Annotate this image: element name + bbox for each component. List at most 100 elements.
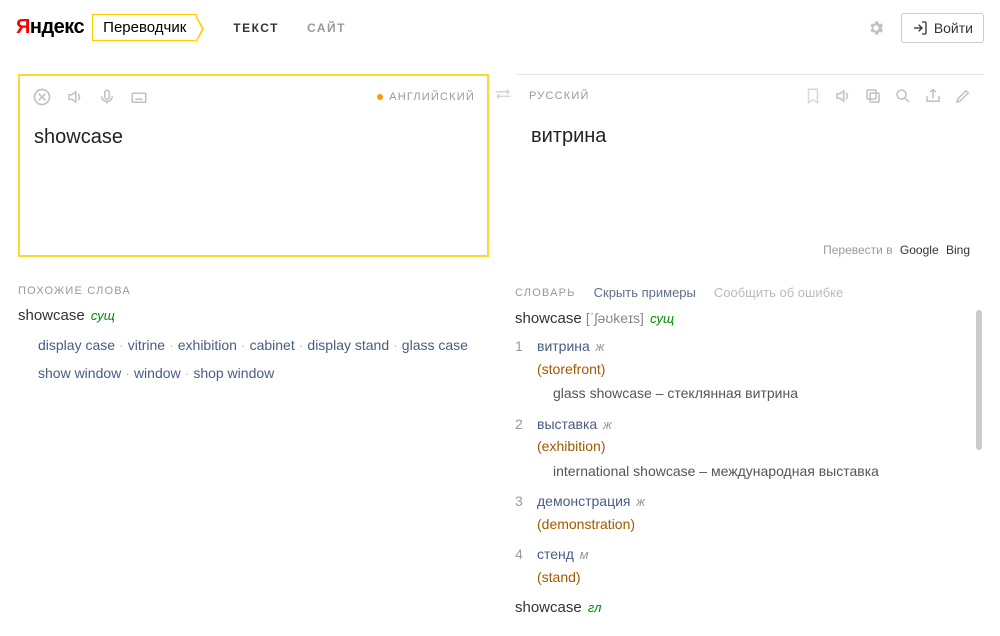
provider-google-link[interactable]: Google xyxy=(900,243,939,257)
sense-item: 4стенд м (stand) xyxy=(515,543,966,588)
sense-body: демонстрация ж (demonstration) xyxy=(537,490,966,535)
search-icon[interactable] xyxy=(894,87,912,105)
separator: · xyxy=(119,337,124,353)
header: Яндекс Переводчик ТЕКСТ САЙТ Войти xyxy=(0,0,1000,56)
sense-number: 2 xyxy=(515,413,537,483)
synonym-link[interactable]: glass case xyxy=(402,337,468,353)
dict-word: showcase xyxy=(515,310,582,327)
brand-rest: ндекс xyxy=(30,16,84,38)
gloss: (exhibition) xyxy=(537,435,966,457)
provider-bing-link[interactable]: Bing xyxy=(946,243,970,257)
gloss: (stand) xyxy=(537,566,966,588)
scrollbar[interactable] xyxy=(976,310,982,450)
dict-pos-verb: гл xyxy=(588,600,602,615)
similar-pos: сущ xyxy=(91,308,115,323)
similar-headword: showcase сущ xyxy=(18,307,487,324)
synonym-link[interactable]: show window xyxy=(38,365,121,381)
login-label: Войти xyxy=(934,20,973,36)
similar-heading: ПОХОЖИЕ СЛОВА xyxy=(18,285,487,297)
sense-number: 4 xyxy=(515,543,537,588)
dict-body: showcase [ˈʃəʊkeɪs] сущ 1витрина ж (store… xyxy=(515,310,984,616)
logo-group[interactable]: Яндекс Переводчик xyxy=(16,14,197,41)
service-logo[interactable]: Переводчик xyxy=(92,14,197,41)
tab-text[interactable]: ТЕКСТ xyxy=(233,21,279,35)
dict-pron: [ˈʃəʊkeɪs] xyxy=(586,310,644,326)
share-icon[interactable] xyxy=(924,87,942,105)
target-panel: РУССКИЙ витрина Перевести в Google Bing xyxy=(517,74,984,257)
source-toolbar: АНГЛИЙСКИЙ xyxy=(20,76,487,118)
brand-logo[interactable]: Яндекс xyxy=(16,16,84,39)
tab-site[interactable]: САЙТ xyxy=(307,21,346,35)
synonym-link[interactable]: display case xyxy=(38,337,115,353)
clear-icon[interactable] xyxy=(32,87,52,107)
dict-heading-label: СЛОВАРЬ xyxy=(515,287,576,299)
target-toolbar: РУССКИЙ xyxy=(517,75,984,117)
synonym-link[interactable]: cabinet xyxy=(250,337,295,353)
grammar-label: м xyxy=(576,547,589,562)
source-panel: АНГЛИЙСКИЙ showcase xyxy=(18,74,489,257)
bookmark-icon[interactable] xyxy=(804,87,822,105)
grammar-label: ж xyxy=(592,339,605,354)
gear-icon[interactable] xyxy=(867,19,885,37)
synonyms-row-2: show window·window·shop window xyxy=(18,362,487,386)
dict-word-verb: showcase xyxy=(515,599,582,616)
gloss: (demonstration) xyxy=(537,513,966,535)
sense-number: 1 xyxy=(515,335,537,405)
source-lang-label: АНГЛИЙСКИЙ xyxy=(389,91,475,103)
separator: · xyxy=(169,337,174,353)
login-button[interactable]: Войти xyxy=(901,13,984,43)
provider-label: Перевести в xyxy=(823,243,892,257)
source-body[interactable]: showcase xyxy=(20,118,487,238)
synonym-link[interactable]: shop window xyxy=(193,365,274,381)
translation-link[interactable]: выставка xyxy=(537,416,597,432)
dictionary-column: СЛОВАРЬ Скрыть примеры Сообщить об ошибк… xyxy=(515,271,984,616)
grammar-label: ж xyxy=(599,417,612,432)
separator: · xyxy=(185,365,190,381)
gloss: (storefront) xyxy=(537,358,966,380)
source-input[interactable]: showcase xyxy=(34,126,473,172)
header-tabs: ТЕКСТ САЙТ xyxy=(233,21,346,35)
separator: · xyxy=(125,365,130,381)
synonym-link[interactable]: vitrine xyxy=(128,337,165,353)
keyboard-icon[interactable] xyxy=(130,88,148,106)
separator: · xyxy=(241,337,246,353)
sense-list: 1витрина ж(storefront)glass showcase – с… xyxy=(515,335,966,589)
header-right: Войти xyxy=(867,13,984,43)
target-body: витрина xyxy=(517,117,984,237)
edit-icon[interactable] xyxy=(954,87,972,105)
sense-item: 1витрина ж(storefront)glass showcase – с… xyxy=(515,335,966,405)
synonym-link[interactable]: exhibition xyxy=(178,337,237,353)
dict-pos-noun: сущ xyxy=(650,311,674,326)
swap-column xyxy=(489,74,517,257)
similar-word: showcase xyxy=(18,307,85,324)
sense-body: витрина ж(storefront)glass showcase – ст… xyxy=(537,335,966,405)
translation-link[interactable]: демонстрация xyxy=(537,493,631,509)
synonym-link[interactable]: display stand xyxy=(307,337,389,353)
translation-link[interactable]: стенд xyxy=(537,546,574,562)
example: international showcase – международная в… xyxy=(537,460,966,482)
synonyms-row-1: display case·vitrine·exhibition·cabinet·… xyxy=(18,334,487,358)
provider-row: Перевести в Google Bing xyxy=(517,237,984,257)
translate-area: АНГЛИЙСКИЙ showcase РУССКИЙ витри xyxy=(0,56,1000,267)
sense-body: выставка ж (exhibition) international show… xyxy=(537,413,966,483)
dict-header: СЛОВАРЬ Скрыть примеры Сообщить об ошибк… xyxy=(515,285,984,300)
separator: · xyxy=(299,337,304,353)
hide-examples-link[interactable]: Скрыть примеры xyxy=(594,285,696,300)
target-lang-label[interactable]: РУССКИЙ xyxy=(529,90,590,102)
report-link[interactable]: Сообщить об ошибке xyxy=(714,285,843,300)
grammar-label: ж xyxy=(633,494,646,509)
synonym-link[interactable]: window xyxy=(134,365,181,381)
login-icon xyxy=(912,20,928,36)
dict-headword: showcase [ˈʃəʊkeɪs] сущ xyxy=(515,310,966,327)
copy-icon[interactable] xyxy=(864,87,882,105)
sense-number: 3 xyxy=(515,490,537,535)
swap-icon[interactable] xyxy=(494,88,512,100)
speaker-icon[interactable] xyxy=(66,88,84,106)
sense-body: стенд м (stand) xyxy=(537,543,966,588)
mic-icon[interactable] xyxy=(98,88,116,106)
translation-link[interactable]: витрина xyxy=(537,338,590,354)
similar-column: ПОХОЖИЕ СЛОВА showcase сущ display case·… xyxy=(18,271,487,616)
sense-item: 2выставка ж (exhibition) international sho… xyxy=(515,413,966,483)
source-lang-selector[interactable]: АНГЛИЙСКИЙ xyxy=(377,91,475,103)
speaker-icon[interactable] xyxy=(834,87,852,105)
